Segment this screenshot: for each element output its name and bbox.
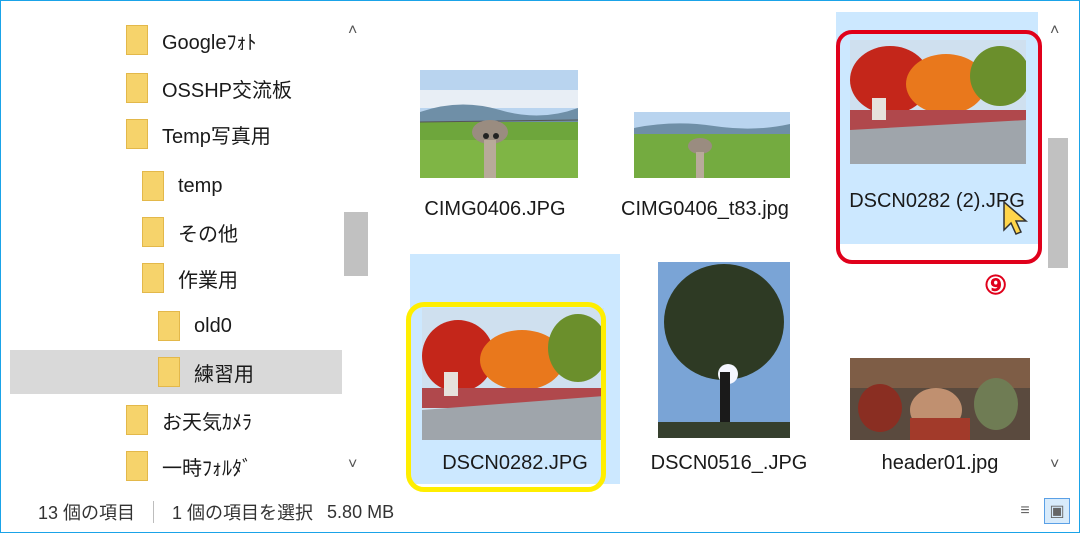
chevron-up-icon[interactable]: ˄ <box>348 22 357 40</box>
tree-silhouette-thumbnail <box>658 262 790 438</box>
ostrich-thumbnail <box>634 112 790 178</box>
folder-icon <box>126 25 148 55</box>
sidebar-item-label: 作業用 <box>178 269 238 292</box>
navigation-pane: Googleﾌｫﾄ OSSHP交流板 Temp写真用 temp その他 作業用 … <box>10 12 370 484</box>
folder-icon <box>142 171 164 201</box>
chevron-up-icon[interactable]: ˄ <box>1050 22 1059 40</box>
folder-icon <box>158 357 180 387</box>
sidebar-item-other[interactable]: その他 <box>142 210 238 254</box>
file-name: header01.jpg <box>881 452 999 474</box>
status-separator <box>153 501 155 523</box>
file-name: DSCN0516_.JPG <box>650 452 808 474</box>
folder-icon <box>142 263 164 293</box>
folder-icon <box>126 451 148 481</box>
sidebar-item-label: Googleﾌｫﾄ <box>162 31 257 54</box>
sidebar-item-label: その他 <box>178 223 238 246</box>
folder-icon <box>142 217 164 247</box>
sidebar-item-label: old0 <box>194 314 232 337</box>
file-view: CIMG0406.JPG CIMG0406_t83.jpg DSCN0282 (… <box>380 12 1042 492</box>
sidebar-item-work[interactable]: 作業用 <box>142 256 238 300</box>
sidebar-item-temp[interactable]: temp <box>142 164 222 208</box>
content-scrollbar[interactable]: ˄ ˅ <box>1044 12 1072 484</box>
file-tile[interactable]: CIMG0406.JPG <box>400 52 590 232</box>
sidebar-item-osshp[interactable]: OSSHP交流板 <box>126 66 292 110</box>
mouse-pointer-icon <box>1003 200 1029 235</box>
selection-size: 5.80 MB <box>327 501 395 522</box>
folder-icon <box>126 405 148 435</box>
sidebar-item-label: 一時ﾌｫﾙﾀﾞ <box>162 457 252 480</box>
file-tile[interactable]: DSCN0516_.JPG <box>634 254 824 484</box>
sidebar-item-weather-camera[interactable]: お天気ｶﾒﾗ <box>126 398 252 442</box>
chevron-down-icon[interactable]: ˅ <box>348 456 357 474</box>
file-tile[interactable]: CIMG0406_t83.jpg <box>610 52 800 252</box>
sidebar-item-label: お天気ｶﾒﾗ <box>162 411 252 434</box>
item-count: 13 個の項目 <box>38 503 136 523</box>
sidebar-item-label: 練習用 <box>194 363 254 386</box>
details-view-icon[interactable]: ≡ <box>1012 498 1038 524</box>
status-bar: 13 個の項目 1 個の項目を選択 5.80 MB <box>0 492 1078 532</box>
scrollbar-thumb[interactable] <box>1048 138 1068 268</box>
large-icons-view-icon[interactable]: ▣ <box>1044 498 1070 524</box>
folder-icon <box>126 73 148 103</box>
selection-count: 1 個の項目を選択 <box>172 503 314 523</box>
dolls-thumbnail <box>850 358 1030 440</box>
sidebar-item-label: Temp写真用 <box>162 125 271 148</box>
ostrich-thumbnail <box>420 70 578 178</box>
sidebar-item-temp-folder[interactable]: 一時ﾌｫﾙﾀﾞ <box>126 444 252 488</box>
file-name: CIMG0406_t83.jpg <box>621 198 789 220</box>
file-name: CIMG0406.JPG <box>424 198 566 220</box>
sidebar-item-practice[interactable]: 練習用 <box>10 350 342 394</box>
sidebar-item-label: temp <box>178 174 223 197</box>
folder-icon <box>126 119 148 149</box>
sidebar-scrollbar[interactable]: ˄ ˅ <box>342 12 370 484</box>
chevron-down-icon[interactable]: ˅ <box>1050 456 1059 474</box>
sidebar-item-temp-photo[interactable]: Temp写真用 <box>126 112 271 156</box>
file-tile[interactable]: header01.jpg <box>840 254 1040 484</box>
sidebar-item-google-photo[interactable]: Googleﾌｫﾄ <box>126 18 257 62</box>
yellow-highlight-frame <box>406 302 606 492</box>
scrollbar-thumb[interactable] <box>344 212 368 276</box>
sidebar-item-old0[interactable]: old0 <box>158 304 232 348</box>
sidebar-item-label: OSSHP交流板 <box>162 79 293 102</box>
folder-icon <box>158 311 180 341</box>
